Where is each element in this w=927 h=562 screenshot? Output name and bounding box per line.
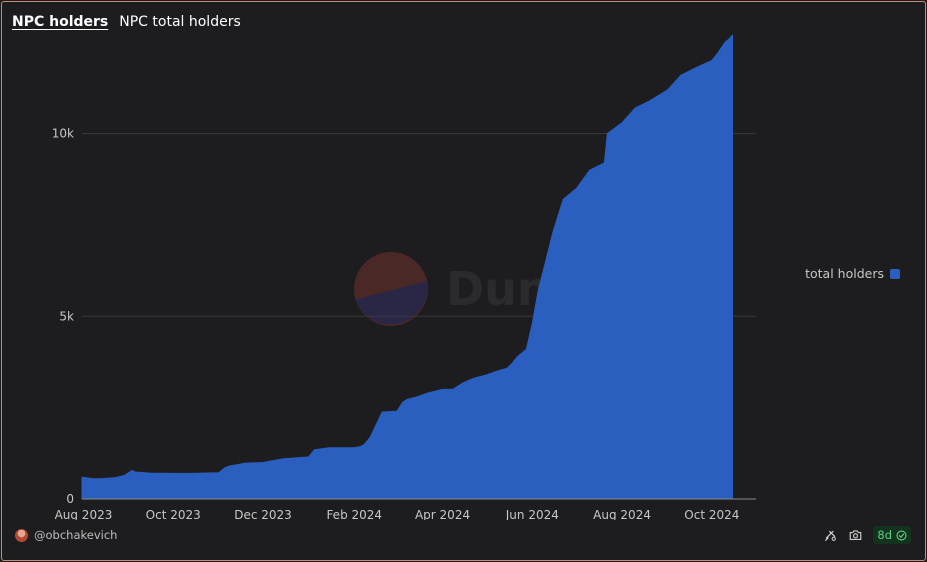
- footer-actions: 8d: [823, 526, 911, 544]
- refresh-icon[interactable]: [823, 528, 838, 543]
- avatar: [15, 528, 28, 542]
- camera-icon[interactable]: [848, 528, 863, 543]
- x-tick-label: Jun 2024: [505, 508, 559, 520]
- legend-swatch: [890, 269, 900, 279]
- y-axis: 0 5k 10k: [52, 127, 74, 506]
- x-tick-label: Apr 2024: [415, 508, 470, 520]
- check-circle-icon: [896, 529, 907, 541]
- chart-legend[interactable]: total holders: [805, 266, 900, 281]
- x-tick-label: Feb 2024: [326, 508, 382, 520]
- y-tick-label: 5k: [59, 309, 74, 323]
- y-tick-label: 0: [66, 492, 74, 506]
- legend-label: total holders: [805, 266, 884, 281]
- x-tick-label: Oct 2024: [684, 508, 739, 520]
- x-tick-label: Oct 2023: [146, 508, 201, 520]
- author-name: @obchakevich: [34, 528, 118, 542]
- area-chart: Dune 05k10k Aug 2023 Oct 2023 Dec 2023 Feb …: [52, 34, 900, 520]
- freshness-label: 8d: [877, 528, 892, 542]
- freshness-badge[interactable]: 8d: [873, 526, 911, 544]
- x-tick-label: Aug 2024: [593, 508, 651, 520]
- x-tick-label: Dec 2023: [234, 508, 292, 520]
- y-tick-label: 10k: [52, 127, 74, 141]
- x-tick-label: Aug 2023: [55, 508, 113, 520]
- author-info[interactable]: @obchakevich: [15, 528, 117, 542]
- x-axis: Aug 2023 Oct 2023 Dec 2023 Feb 2024 Apr 2024…: [55, 508, 740, 520]
